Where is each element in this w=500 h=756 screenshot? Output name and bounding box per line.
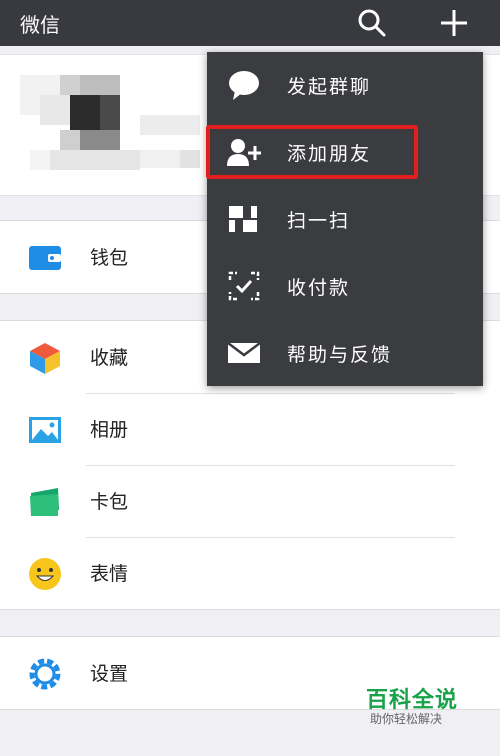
list-item-label: 钱包 xyxy=(90,247,129,269)
scan-icon xyxy=(227,203,261,235)
menu-item-pay[interactable]: 收付款 xyxy=(207,253,483,319)
chat-bubble-icon xyxy=(227,69,261,101)
list-item-album[interactable]: 相册 xyxy=(0,393,500,465)
watermark: 百科全说 助你轻松解决 xyxy=(350,680,470,728)
list-item-card-pack[interactable]: 卡包 xyxy=(0,465,500,537)
plus-icon[interactable] xyxy=(438,7,470,39)
plus-dropdown-menu: 发起群聊 添加朋友 扫一扫 收付款 帮助与反馈 xyxy=(207,52,483,386)
watermark-subtitle: 助你轻松解决 xyxy=(370,712,443,726)
list-item-label: 相册 xyxy=(90,419,129,441)
album-icon xyxy=(28,413,62,447)
menu-item-group-chat[interactable]: 发起群聊 xyxy=(207,52,483,118)
menu-item-label: 帮助与反馈 xyxy=(287,344,393,366)
menu-item-label: 收付款 xyxy=(287,277,351,299)
menu-item-label: 发起群聊 xyxy=(287,76,372,98)
list-item-label: 卡包 xyxy=(90,491,129,513)
smiley-icon xyxy=(28,557,62,591)
menu-item-label: 扫一扫 xyxy=(287,210,351,232)
pay-icon xyxy=(227,270,261,302)
app-title: 微信 xyxy=(20,13,60,37)
menu-item-scan[interactable]: 扫一扫 xyxy=(207,186,483,252)
mail-icon xyxy=(227,337,261,369)
list-item-stickers[interactable]: 表情 xyxy=(0,537,500,609)
list-item-label: 表情 xyxy=(90,563,129,585)
gear-icon xyxy=(28,657,62,691)
wallet-icon xyxy=(28,241,62,275)
menu-item-help[interactable]: 帮助与反馈 xyxy=(207,320,483,386)
search-icon[interactable] xyxy=(356,7,388,39)
top-bar: 微信 xyxy=(0,0,500,46)
list-item-label: 收藏 xyxy=(90,347,129,369)
highlight-box xyxy=(206,125,418,179)
list-item-label: 设置 xyxy=(90,663,129,685)
card-pack-icon xyxy=(28,485,62,519)
favorites-cube-icon xyxy=(28,341,62,375)
